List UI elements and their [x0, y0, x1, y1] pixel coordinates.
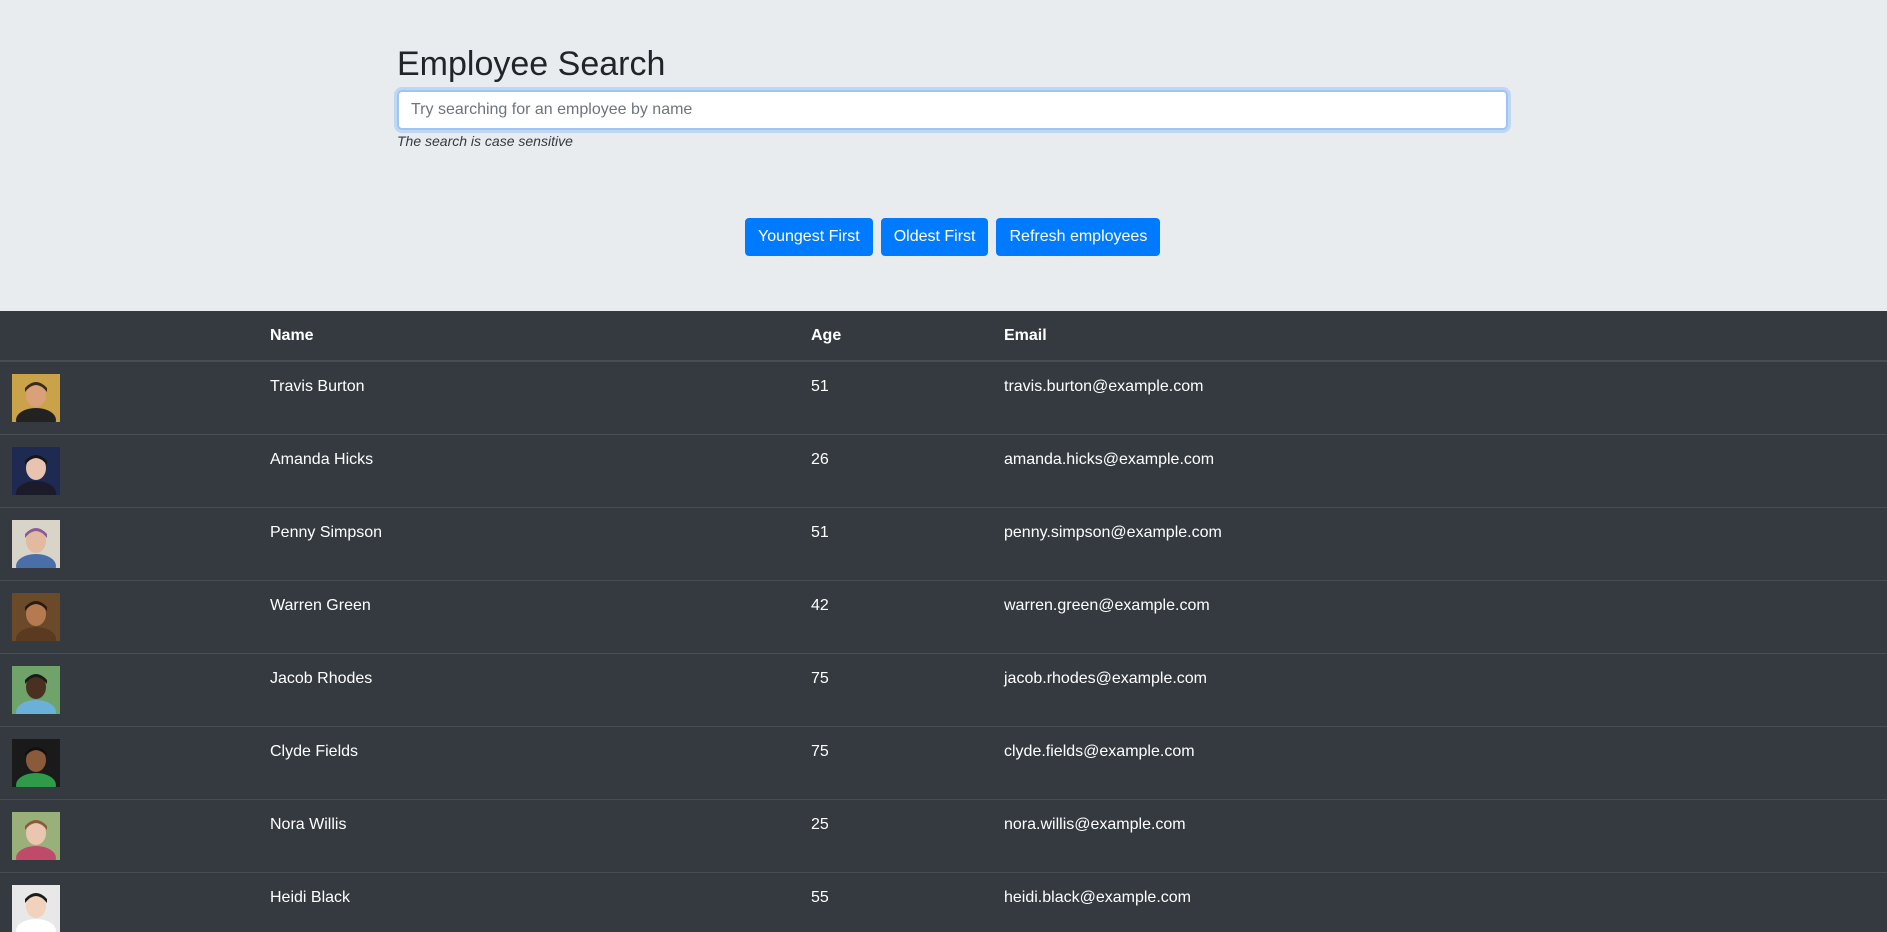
employee-name: Jacob Rhodes	[270, 652, 811, 726]
avatar-cell	[0, 506, 270, 580]
employee-name: Nora Willis	[270, 798, 811, 872]
employee-name: Clyde Fields	[270, 725, 811, 799]
table-row: Travis Burton 51 travis.burton@example.com	[0, 360, 1887, 434]
search-input[interactable]	[397, 90, 1508, 130]
avatar	[12, 738, 60, 787]
employee-age: 51	[811, 360, 1004, 434]
table-row: Jacob Rhodes 75 jacob.rhodes@example.com	[0, 652, 1887, 726]
employee-name: Warren Green	[270, 579, 811, 653]
employee-name: Travis Burton	[270, 360, 811, 434]
employee-age: 42	[811, 579, 1004, 653]
employee-age: 51	[811, 506, 1004, 580]
employee-age: 26	[811, 433, 1004, 507]
employee-email: amanda.hicks@example.com	[1004, 433, 1887, 507]
avatar-cell	[0, 360, 270, 434]
header-jumbotron: Employee Search The search is case sensi…	[0, 0, 1887, 311]
column-header-name: Name	[270, 311, 811, 362]
avatar-cell	[0, 652, 270, 726]
avatar	[12, 446, 60, 495]
employee-email: clyde.fields@example.com	[1004, 725, 1887, 799]
column-header-age: Age	[811, 311, 1004, 362]
avatar-cell	[0, 433, 270, 507]
employee-email: warren.green@example.com	[1004, 579, 1887, 653]
avatar	[12, 665, 60, 714]
employee-rows: Travis Burton 51 travis.burton@example.com…	[0, 360, 1887, 932]
avatar-cell	[0, 798, 270, 872]
search-section: Employee Search The search is case sensi…	[397, 44, 1508, 149]
employee-age: 75	[811, 725, 1004, 799]
employee-table: Name Age Email Travis Burton 51 travis.bur…	[0, 311, 1887, 932]
employee-email: heidi.black@example.com	[1004, 871, 1887, 932]
avatar	[12, 374, 60, 422]
table-row: Nora Willis 25 nora.willis@example.com	[0, 798, 1887, 872]
employee-email: travis.burton@example.com	[1004, 360, 1887, 434]
column-header-email: Email	[1004, 311, 1887, 362]
employee-name: Heidi Black	[270, 871, 811, 932]
employee-name: Amanda Hicks	[270, 433, 811, 507]
avatar	[12, 884, 60, 932]
employee-age: 55	[811, 871, 1004, 932]
employee-age: 25	[811, 798, 1004, 872]
avatar-cell	[0, 579, 270, 653]
column-header-image	[0, 311, 270, 362]
search-hint: The search is case sensitive	[397, 133, 573, 149]
employee-name: Penny Simpson	[270, 506, 811, 580]
employee-age: 75	[811, 652, 1004, 726]
table-row: Heidi Black 55 heidi.black@example.com	[0, 871, 1887, 932]
avatar-cell	[0, 871, 270, 932]
avatar	[12, 811, 60, 860]
avatar-cell	[0, 725, 270, 799]
sort-button-group: Youngest First Oldest First Refresh empl…	[745, 218, 1161, 256]
avatar	[12, 519, 60, 568]
page-title: Employee Search	[397, 45, 666, 83]
table-header-row: Name Age Email	[0, 311, 1887, 362]
refresh-employees-button[interactable]: Refresh employees	[996, 218, 1161, 256]
table-row: Clyde Fields 75 clyde.fields@example.com	[0, 725, 1887, 799]
avatar	[12, 592, 60, 641]
oldest-first-button[interactable]: Oldest First	[880, 218, 989, 256]
table-row: Amanda Hicks 26 amanda.hicks@example.com	[0, 433, 1887, 507]
youngest-first-button[interactable]: Youngest First	[745, 218, 873, 256]
table-row: Warren Green 42 warren.green@example.com	[0, 579, 1887, 653]
employee-email: penny.simpson@example.com	[1004, 506, 1887, 580]
employee-email: jacob.rhodes@example.com	[1004, 652, 1887, 726]
table-row: Penny Simpson 51 penny.simpson@example.com	[0, 506, 1887, 580]
employee-email: nora.willis@example.com	[1004, 798, 1887, 872]
